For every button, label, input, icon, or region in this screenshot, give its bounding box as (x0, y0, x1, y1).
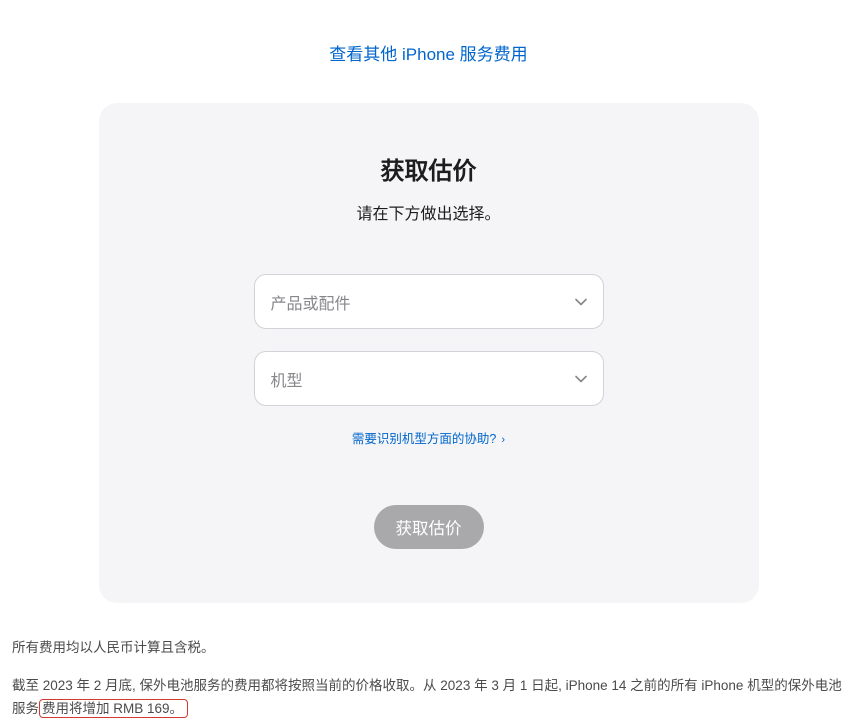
card-subtitle: 请在下方做出选择。 (149, 200, 709, 224)
chevron-down-icon (575, 293, 587, 311)
chevron-right-icon: › (498, 434, 505, 446)
card-title: 获取估价 (149, 151, 709, 186)
model-select[interactable]: 机型 (254, 351, 604, 406)
product-select[interactable]: 产品或配件 (254, 274, 604, 329)
policy-note: 截至 2023 年 2 月底, 保外电池服务的费用都将按照当前的价格收取。从 2… (12, 675, 845, 720)
model-select-placeholder: 机型 (271, 367, 303, 391)
chevron-down-icon (575, 370, 587, 388)
get-estimate-button[interactable]: 获取估价 (374, 505, 484, 549)
other-service-fees-link[interactable]: 查看其他 iPhone 服务费用 (329, 45, 527, 64)
policy-note-highlight: 费用将增加 RMB 169。 (39, 699, 188, 718)
identify-model-help-link[interactable]: 需要识别机型方面的协助? › (352, 432, 505, 446)
tax-note: 所有费用均以人民币计算且含税。 (12, 637, 845, 659)
help-link-label: 需要识别机型方面的协助? (352, 432, 496, 446)
estimate-card: 获取估价 请在下方做出选择。 产品或配件 机型 需要识别机型方面的协助? › (99, 103, 759, 603)
product-select-placeholder: 产品或配件 (271, 290, 351, 314)
